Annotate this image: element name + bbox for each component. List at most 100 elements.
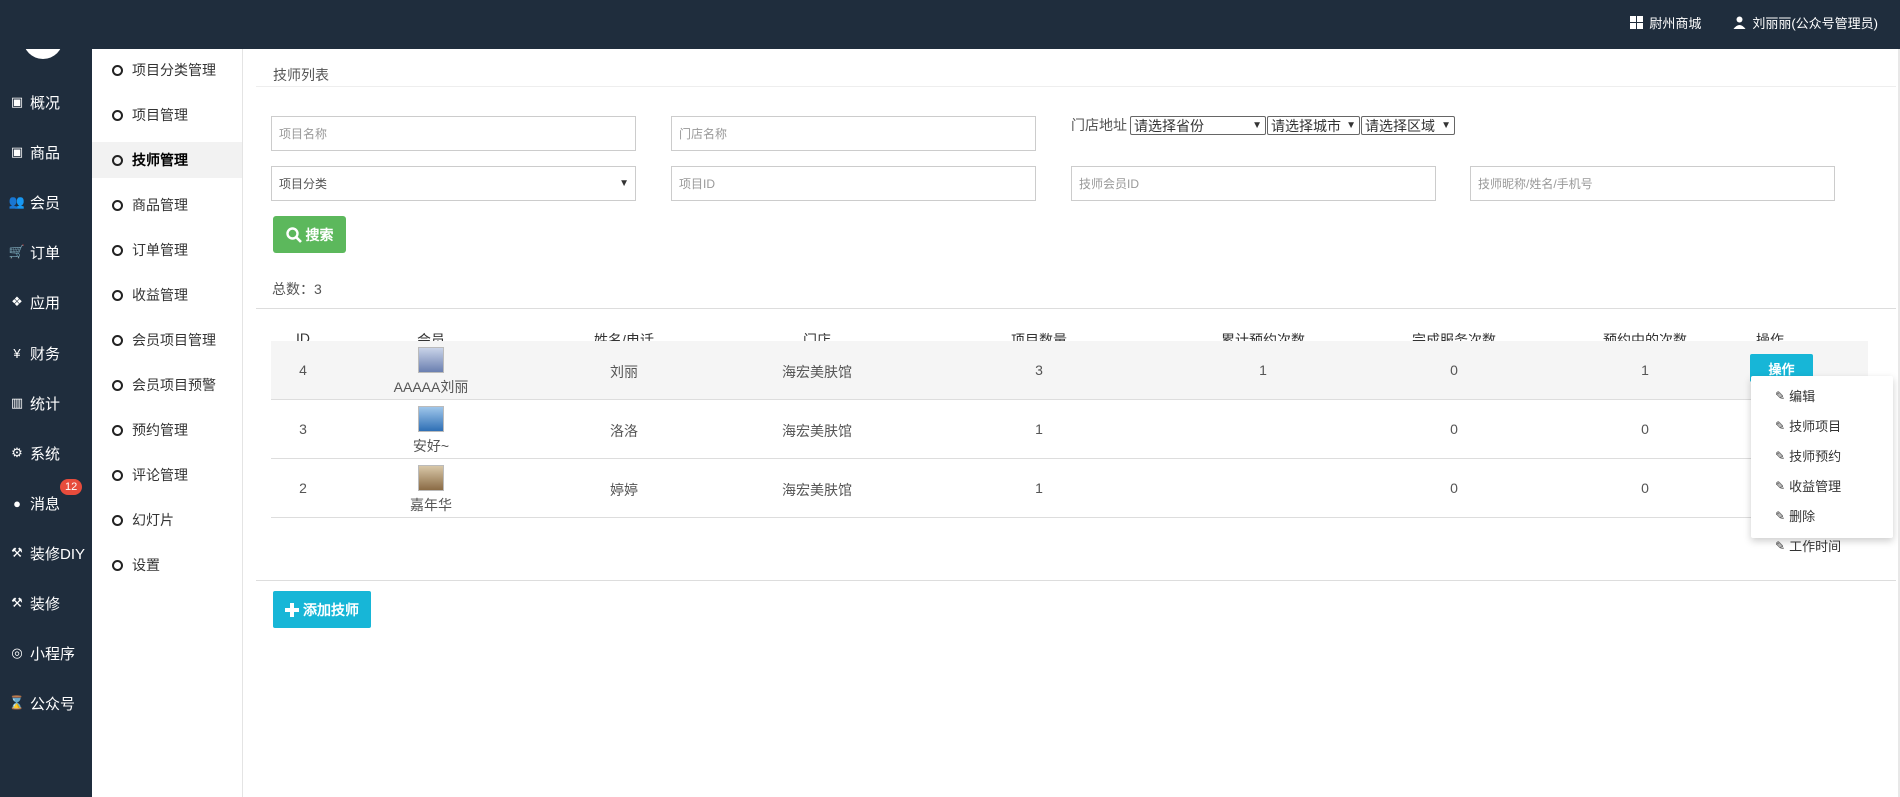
menu-item[interactable]: ✎ 删除 (1775, 506, 1815, 525)
menu-item-label: 收益管理 (1789, 479, 1842, 494)
divider (256, 580, 1896, 581)
category-select[interactable]: 项目分类 ▼ (271, 166, 636, 201)
nav-item-11[interactable]: ◎ 小程序 (0, 635, 92, 671)
cell-pending: 0 (1641, 480, 1649, 496)
keyword-input[interactable]: 技师昵称/姓名/手机号 (1470, 166, 1835, 201)
users-icon: 👥 (8, 194, 26, 209)
menu-item-label: 工作时间 (1789, 539, 1842, 554)
nav-item-label: 订单 (30, 244, 61, 262)
project-name-input[interactable]: 项目名称 (271, 116, 636, 151)
circle-icon (112, 379, 123, 391)
cell-pending: 0 (1641, 421, 1649, 437)
hourglass-icon: ⌛ (8, 695, 26, 710)
nav-item-8[interactable]: ● 消息 12 (0, 479, 92, 521)
project-id-input[interactable]: 项目ID (671, 166, 1036, 201)
nav-item-2[interactable]: 👥 会员 (0, 184, 92, 220)
pencil-icon: ✎ (1775, 478, 1786, 493)
nav-item-label: 财务 (30, 345, 61, 363)
nav-item-4[interactable]: ❖ 应用 (0, 284, 92, 320)
circle-icon (112, 424, 123, 436)
chevron-down-icon: ▼ (1441, 120, 1451, 131)
nav-item-9[interactable]: ⚒ 装修DIY (0, 535, 92, 571)
subnav-item[interactable]: 预约管理 (92, 412, 242, 448)
nav-item-label: 系统 (30, 445, 61, 463)
store-label: 尉州商城 (1649, 16, 1702, 31)
cell-store: 海宏美肤馆 (782, 423, 852, 439)
cell-name: 洛洛 (610, 423, 638, 439)
cell-projects: 1 (1035, 421, 1043, 437)
chevron-down-icon: ▼ (1346, 120, 1356, 131)
add-technician-label: 添加技师 (303, 601, 359, 618)
subnav-item[interactable]: 订单管理 (92, 232, 242, 268)
menu-item-label: 编辑 (1789, 389, 1816, 404)
menu-item[interactable]: ✎ 工作时间 (1775, 536, 1841, 555)
main-content: 技师列表 项目名称 门店名称 门店地址 请选择省份 ▼ 请选择城市 ▼ 请选择区域 ▼… (243, 49, 1900, 797)
menu-item[interactable]: ✎ 技师预约 (1775, 446, 1841, 465)
top-bar: 尉州商城 刘丽丽(公众号管理员) (0, 0, 1900, 49)
subnav-item[interactable]: 设置 (92, 547, 242, 583)
store-name-input[interactable]: 门店名称 (671, 116, 1036, 151)
member-name: AAAAA刘丽 (393, 379, 469, 395)
address-label: 门店地址 (1071, 117, 1127, 133)
subnav-item[interactable]: 会员项目预警 (92, 367, 242, 403)
subnav-item[interactable]: 会员项目管理 (92, 322, 242, 358)
divider (256, 308, 1896, 309)
circle-icon (112, 514, 123, 526)
cubes-icon: ❖ (11, 294, 23, 309)
subnav-item[interactable]: 项目管理 (92, 97, 242, 133)
member-name: 嘉年华 (410, 497, 452, 513)
subnav-item[interactable]: 评论管理 (92, 457, 242, 493)
nav-item-label: 公众号 (30, 695, 76, 713)
subnav-item[interactable]: 收益管理 (92, 277, 242, 313)
total-count: 总数：3 (272, 281, 322, 297)
subnav-item[interactable]: 项目分类管理 (92, 52, 242, 88)
nav-item-1[interactable]: ▣ 商品 (0, 134, 92, 170)
cell-projects: 1 (1035, 480, 1043, 496)
nav-item-0[interactable]: ▣ 概况 (0, 84, 92, 120)
nav-item-5[interactable]: ¥ 财务 (0, 335, 92, 371)
cell-name: 婷婷 (610, 482, 638, 498)
circle-icon (112, 289, 123, 301)
nav-item-12[interactable]: ⌛ 公众号 (0, 685, 92, 721)
subnav-item[interactable]: 技师管理 (92, 142, 242, 178)
menu-item[interactable]: ✎ 编辑 (1775, 386, 1815, 405)
province-select[interactable]: 请选择省份 ▼ (1130, 116, 1266, 135)
nav-item-10[interactable]: ⚒ 装修 (0, 585, 92, 621)
subnav-item[interactable]: 商品管理 (92, 187, 242, 223)
operation-menu: ✎ 编辑 ✎ 技师项目 ✎ 技师预约 ✎ 收益管理 ✎ 删除 ✎ 工作时间 (1751, 376, 1893, 554)
store-link[interactable]: 尉州商城 (1630, 13, 1701, 32)
city-value: 请选择城市 (1271, 117, 1341, 134)
cell-completed: 0 (1450, 362, 1458, 378)
nav-item-label: 小程序 (30, 645, 76, 663)
nav-item-label: 统计 (30, 395, 61, 413)
cell-projects: 3 (1035, 362, 1043, 378)
nav-item-3[interactable]: 🛒 订单 (0, 234, 92, 270)
menu-item[interactable]: ✎ 收益管理 (1775, 476, 1841, 495)
pencil-icon: ✎ (1775, 538, 1786, 553)
district-value: 请选择区域 (1365, 117, 1435, 134)
city-select[interactable]: 请选择城市 ▼ (1267, 116, 1360, 135)
add-technician-button[interactable]: 添加技师 (273, 591, 371, 628)
avatar (418, 465, 444, 491)
subnav-item[interactable]: 幻灯片 (92, 502, 242, 538)
box-icon: ▣ (10, 144, 24, 159)
member-id-input[interactable]: 技师会员ID (1071, 166, 1436, 201)
cell-id: 3 (299, 421, 307, 437)
menu-item[interactable]: ✎ 技师项目 (1775, 416, 1841, 435)
district-select[interactable]: 请选择区域 ▼ (1361, 116, 1455, 135)
subnav-item-label: 会员项目预警 (132, 377, 216, 393)
search-button[interactable]: 搜索 (273, 216, 346, 253)
nav-item-label: 消息 (30, 495, 61, 513)
nav-item-6[interactable]: ▥ 统计 (0, 385, 92, 421)
pencil-icon: ✎ (1775, 418, 1786, 433)
nav-item-label: 应用 (30, 294, 61, 312)
user-icon (1733, 16, 1746, 29)
nav-item-7[interactable]: ⚙ 系统 (0, 435, 92, 471)
user-menu[interactable]: 刘丽丽(公众号管理员) (1733, 13, 1878, 32)
subnav-item-label: 项目分类管理 (132, 62, 216, 78)
nav-item-label: 装修DIY (30, 545, 86, 563)
member-name: 安好~ (412, 438, 450, 454)
cell-pending: 1 (1641, 362, 1649, 378)
circle-icon (112, 244, 123, 256)
circle-icon (112, 334, 123, 346)
